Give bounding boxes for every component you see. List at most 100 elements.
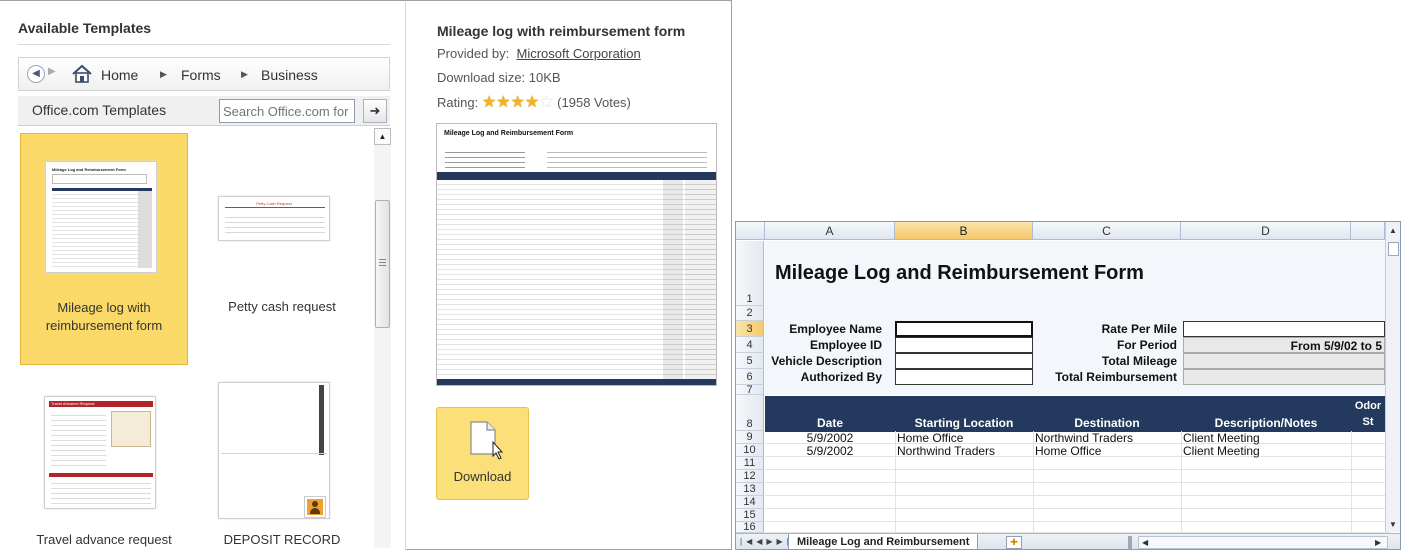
sheet-vertical-scrollbar[interactable]: ▲ ▼: [1385, 222, 1400, 532]
row-header[interactable]: 16: [736, 522, 764, 533]
table-cell-notes[interactable]: Client Meeting: [1183, 431, 1260, 445]
column-header-a[interactable]: A: [765, 222, 895, 240]
search-input[interactable]: [219, 99, 355, 123]
grid-line: [1351, 431, 1352, 533]
scrollbar-thumb[interactable]: [375, 200, 390, 328]
table-cell-destination[interactable]: Northwind Traders: [1035, 431, 1133, 445]
label-vehicle-description: Vehicle Description: [771, 354, 882, 368]
templates-scrollbar[interactable]: ▲: [374, 128, 391, 548]
template-label: Mileage log with reimbursement form: [45, 300, 163, 333]
label-for-period: For Period: [1116, 338, 1177, 352]
template-thumbnail: [218, 382, 330, 519]
grid-line: [765, 495, 1390, 496]
row-header[interactable]: 10: [736, 444, 764, 457]
row-header[interactable]: 2: [736, 306, 764, 321]
star-empty-icon: ★: [539, 94, 554, 111]
template-tile-mileage[interactable]: Mileage Log and Reimbursement Form Milea…: [20, 133, 188, 365]
thumb-note: [111, 411, 151, 447]
spreadsheet-window: A B C D Mileage Log and Reimbursement Fo…: [735, 221, 1401, 550]
home-icon[interactable]: [71, 64, 93, 84]
thumb-lines: [51, 411, 106, 467]
template-tile-deposit-record[interactable]: DEPOSIT RECORD: [198, 376, 366, 550]
thumb-rule: [225, 207, 325, 208]
scroll-down-arrow-icon[interactable]: ▼: [1389, 520, 1397, 529]
column-header-c[interactable]: C: [1033, 222, 1181, 240]
available-templates-title: Available Templates: [18, 20, 152, 36]
template-thumbnail: Petty Cash Request: [218, 196, 330, 241]
rating-stars: ★★★★★: [481, 94, 554, 111]
template-label: Petty cash request: [228, 299, 336, 314]
row-header[interactable]: 4: [736, 337, 764, 353]
row-header[interactable]: 9: [736, 431, 764, 444]
template-tile-travel-advance[interactable]: Travel Advance Request Travel advance re…: [20, 376, 188, 550]
row-header[interactable]: 5: [736, 353, 764, 369]
grid-line: [765, 521, 1390, 522]
grid-line: [765, 469, 1390, 470]
template-thumbnail: Mileage Log and Reimbursement Form: [45, 161, 157, 273]
row-header[interactable]: 13: [736, 483, 764, 496]
back-button[interactable]: ◀: [27, 65, 45, 83]
table-cell-notes[interactable]: Client Meeting: [1183, 444, 1260, 458]
scroll-right-arrow-icon[interactable]: ▶: [1375, 538, 1381, 547]
crumb-home[interactable]: Home: [101, 67, 138, 83]
table-cell-start[interactable]: Northwind Traders: [897, 444, 995, 458]
crumb-business[interactable]: Business: [261, 67, 318, 83]
crumb-forms[interactable]: Forms: [181, 67, 221, 83]
download-size: Download size: 10KB: [437, 70, 561, 85]
star-filled-icon: ★: [524, 94, 540, 111]
template-label: Travel advance request: [36, 532, 172, 547]
employee-id-input[interactable]: [895, 337, 1033, 353]
template-tile-petty-cash[interactable]: Petty Cash Request Petty cash request: [198, 133, 366, 365]
row-header[interactable]: 1: [736, 241, 764, 306]
row-header[interactable]: 8: [736, 395, 764, 431]
available-templates-panel: Available Templates ◀ ▶ Home ▶ Forms ▶ B…: [0, 2, 406, 550]
select-all-corner[interactable]: [736, 222, 765, 240]
tab-split-handle[interactable]: [1128, 536, 1132, 549]
row-header[interactable]: 14: [736, 496, 764, 509]
preview-fields-right: [547, 148, 707, 168]
label-rate-per-mile: Rate Per Mile: [1101, 322, 1177, 336]
thumb-lines: [225, 213, 325, 237]
employee-name-input[interactable]: [895, 321, 1033, 337]
sheet-nav-arrows-icon[interactable]: |◀◀▶▶|: [740, 537, 793, 546]
column-header-e[interactable]: [1351, 222, 1385, 240]
authorized-by-input[interactable]: [895, 369, 1033, 385]
star-filled-icon: ★: [496, 94, 511, 111]
forward-button[interactable]: ▶: [48, 66, 56, 77]
grid-line: [1033, 431, 1034, 533]
rating-line: Rating: ★★★★★ (1958 Votes): [437, 92, 631, 112]
row-header[interactable]: 6: [736, 369, 764, 385]
sheet-title: Mileage Log and Reimbursement Form: [775, 262, 1144, 284]
download-button[interactable]: Download: [436, 407, 529, 500]
row-header[interactable]: 3: [736, 321, 764, 337]
scroll-up-arrow-icon[interactable]: ▲: [1389, 226, 1397, 235]
table-cell-start[interactable]: Home Office: [897, 431, 963, 445]
thumb-fields: [52, 174, 147, 184]
rate-per-mile-input[interactable]: [1183, 321, 1385, 337]
column-header-d[interactable]: D: [1181, 222, 1351, 240]
insert-sheet-icon[interactable]: ✚: [1006, 536, 1022, 549]
scroll-up-arrow-icon[interactable]: ▲: [374, 128, 391, 145]
thumb-grid: [52, 191, 152, 268]
table-cell-destination[interactable]: Home Office: [1035, 444, 1101, 458]
vehicle-description-input[interactable]: [895, 353, 1033, 369]
table-cell-date[interactable]: 5/9/2002: [765, 431, 895, 445]
row-header[interactable]: 7: [736, 385, 764, 396]
search-go-button[interactable]: ➜: [363, 99, 387, 123]
person-icon: [304, 496, 326, 518]
row-header[interactable]: 12: [736, 470, 764, 483]
sheet-tab[interactable]: Mileage Log and Reimbursement: [788, 534, 979, 549]
rating-votes: (1958 Votes): [557, 95, 631, 110]
thumb-lines: [51, 479, 151, 506]
sheet-horizontal-scrollbar[interactable]: ◀ ▶: [1138, 536, 1388, 549]
row-header[interactable]: 11: [736, 457, 764, 470]
provider-link[interactable]: Microsoft Corporation: [517, 46, 641, 61]
for-period-value: From 5/9/02 to 5: [1290, 339, 1382, 353]
star-filled-icon: ★: [481, 94, 497, 111]
scroll-left-arrow-icon[interactable]: ◀: [1142, 538, 1148, 547]
forward-arrow-icon: ▶: [48, 66, 56, 77]
column-header-b[interactable]: B: [895, 222, 1033, 240]
title-divider: [18, 44, 390, 45]
table-cell-date[interactable]: 5/9/2002: [765, 444, 895, 458]
split-handle[interactable]: [1388, 242, 1399, 256]
